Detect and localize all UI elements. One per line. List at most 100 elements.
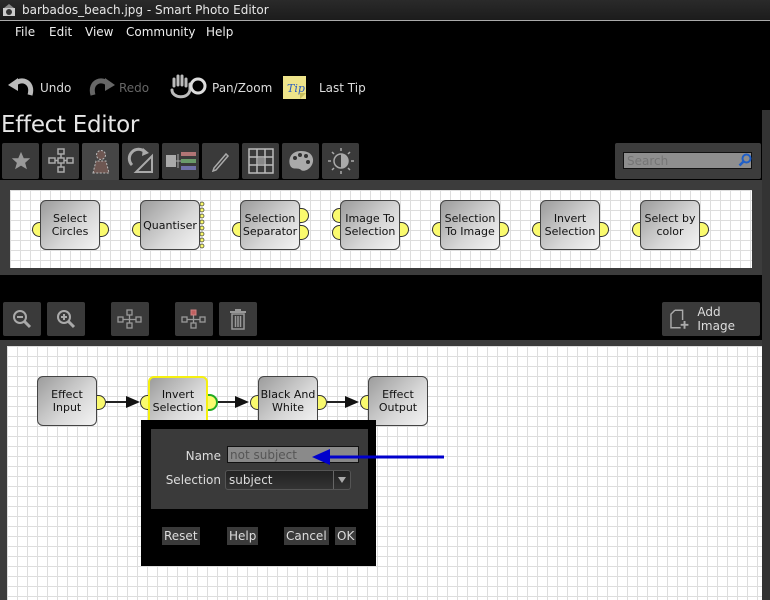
app-icon: [3, 4, 15, 16]
output-port: [700, 222, 709, 237]
window-title: barbados_beach.jpg - Smart Photo Editor: [22, 3, 269, 17]
tab-draw[interactable]: [202, 143, 239, 179]
output-port: [500, 222, 509, 237]
menu-community[interactable]: Community: [126, 25, 195, 39]
delete-button[interactable]: [219, 302, 257, 336]
tab-transform[interactable]: [122, 143, 159, 179]
menu-view[interactable]: View: [85, 25, 113, 39]
tip-note-icon: Tip: [283, 76, 306, 99]
node-properties-dialog: Name Selection subject Reset Help Cancel…: [141, 420, 376, 566]
graph-node-invert-selection[interactable]: Invert Selection: [148, 376, 208, 426]
tab-flow[interactable]: [42, 143, 79, 179]
pan-zoom-label: Pan/Zoom: [212, 81, 273, 95]
output-port[interactable]: [97, 395, 106, 410]
tab-selection[interactable]: [82, 143, 119, 181]
redo-button[interactable]: Redo: [87, 72, 149, 104]
last-tip-button[interactable]: Tip Last Tip: [283, 72, 366, 104]
zoom-in-icon: [57, 310, 76, 329]
tab-favorites[interactable]: [2, 143, 39, 179]
palette-node-image-to-selection[interactable]: Image To Selection: [340, 200, 400, 250]
arrange-selected-icon: [181, 309, 206, 329]
output-port: [300, 225, 309, 240]
add-image-button[interactable]: Add Image: [662, 302, 760, 336]
menu-edit[interactable]: Edit: [49, 25, 72, 39]
grid-icon: [247, 148, 274, 174]
undo-button[interactable]: Undo: [8, 72, 71, 104]
flowchart-icon: [47, 148, 74, 173]
undo-icon: [8, 78, 34, 96]
graph-node-effect-input[interactable]: Effect Input: [37, 376, 97, 426]
cancel-button[interactable]: Cancel: [284, 527, 329, 545]
selection-dropdown[interactable]: subject: [225, 470, 351, 490]
zoom-in-button[interactable]: [47, 302, 85, 336]
star-icon: [11, 151, 30, 170]
selection-value: subject: [229, 473, 273, 487]
menu-help[interactable]: Help: [206, 25, 233, 39]
tab-light[interactable]: [322, 143, 359, 179]
name-label: Name: [185, 449, 221, 463]
svg-text:Tip: Tip: [287, 82, 305, 95]
palette-node-quantiser[interactable]: Quantiser: [140, 200, 200, 250]
arrange-selected-button[interactable]: [175, 302, 213, 336]
connection-arrow: [235, 396, 249, 408]
search-input[interactable]: [623, 152, 752, 169]
add-image-label: Add Image: [697, 305, 735, 333]
ok-button[interactable]: OK: [335, 527, 357, 545]
graph-canvas[interactable]: Effect Input Invert Selection Black And Whi…: [7, 346, 762, 600]
rotate-triangle-icon: [127, 147, 153, 173]
annotation-arrow-icon: [312, 449, 444, 465]
title-bar: barbados_beach.jpg - Smart Photo Editor: [0, 0, 770, 21]
palette-node-select-by-color[interactable]: Select by color: [640, 200, 700, 250]
palette-node-select-circles[interactable]: Select Circles: [40, 200, 100, 250]
palette-node-selection-to-image[interactable]: Selection To Image: [440, 200, 500, 250]
reset-button[interactable]: Reset: [162, 527, 200, 545]
output-port: [300, 208, 309, 223]
graph-canvas-frame: Effect Input Invert Selection Black And Whi…: [0, 340, 762, 600]
connection-arrow: [345, 396, 359, 408]
brightness-icon: [327, 148, 354, 174]
menu-bar: File Edit View Community Help: [0, 22, 770, 42]
graph-node-black-and-white[interactable]: Black And White: [258, 376, 318, 426]
redo-label: Redo: [119, 81, 150, 95]
trash-icon: [230, 309, 246, 330]
output-port: [100, 222, 109, 237]
palette-node-selection-separator[interactable]: Selection Separator: [240, 200, 300, 250]
redo-icon: [89, 78, 115, 96]
search-icon[interactable]: [738, 153, 752, 167]
pencil-icon: [211, 152, 229, 172]
output-port: [600, 222, 609, 237]
last-tip-label: Last Tip: [319, 81, 366, 95]
selection-label: Selection: [165, 473, 221, 487]
connection-arrow: [126, 396, 140, 408]
output-port: [400, 222, 409, 237]
effect-editor-title: Effect Editor: [1, 112, 140, 138]
right-scroll-rail: [762, 110, 770, 600]
tab-channels[interactable]: [162, 143, 199, 179]
channels-icon: [165, 152, 196, 170]
effect-palette-frame: Select Circles Quantiser Selection Separat…: [0, 180, 762, 275]
hand-magnifier-icon: [170, 74, 207, 99]
selection-person-icon: [91, 150, 110, 174]
output-port[interactable]: [318, 395, 327, 410]
graph-node-effect-output[interactable]: Effect Output: [368, 376, 428, 426]
palette-icon: [288, 151, 313, 171]
zoom-out-button[interactable]: [3, 302, 41, 336]
menu-file[interactable]: File: [15, 25, 35, 39]
arrange-nodes-button[interactable]: [111, 302, 149, 336]
effect-palette: Select Circles Quantiser Selection Separat…: [10, 190, 752, 268]
chevron-down-icon[interactable]: [333, 471, 350, 489]
palette-node-invert-selection[interactable]: Invert Selection: [540, 200, 600, 250]
main-toolbar: Undo Redo Pan/Zoom Tip Last Tip: [0, 72, 770, 104]
pan-zoom-button[interactable]: Pan/Zoom: [170, 72, 272, 104]
search-panel: [615, 143, 761, 179]
output-port-active[interactable]: [208, 394, 218, 411]
properties-panel: Name Selection subject: [151, 429, 368, 509]
multi-output-ports: [200, 201, 205, 249]
help-button[interactable]: Help: [227, 527, 259, 545]
tab-texture[interactable]: [242, 143, 279, 179]
zoom-out-icon: [13, 310, 32, 329]
arrange-nodes-icon: [117, 309, 142, 329]
tab-color[interactable]: [282, 143, 319, 179]
add-image-icon: [670, 309, 689, 329]
undo-label: Undo: [40, 81, 72, 95]
